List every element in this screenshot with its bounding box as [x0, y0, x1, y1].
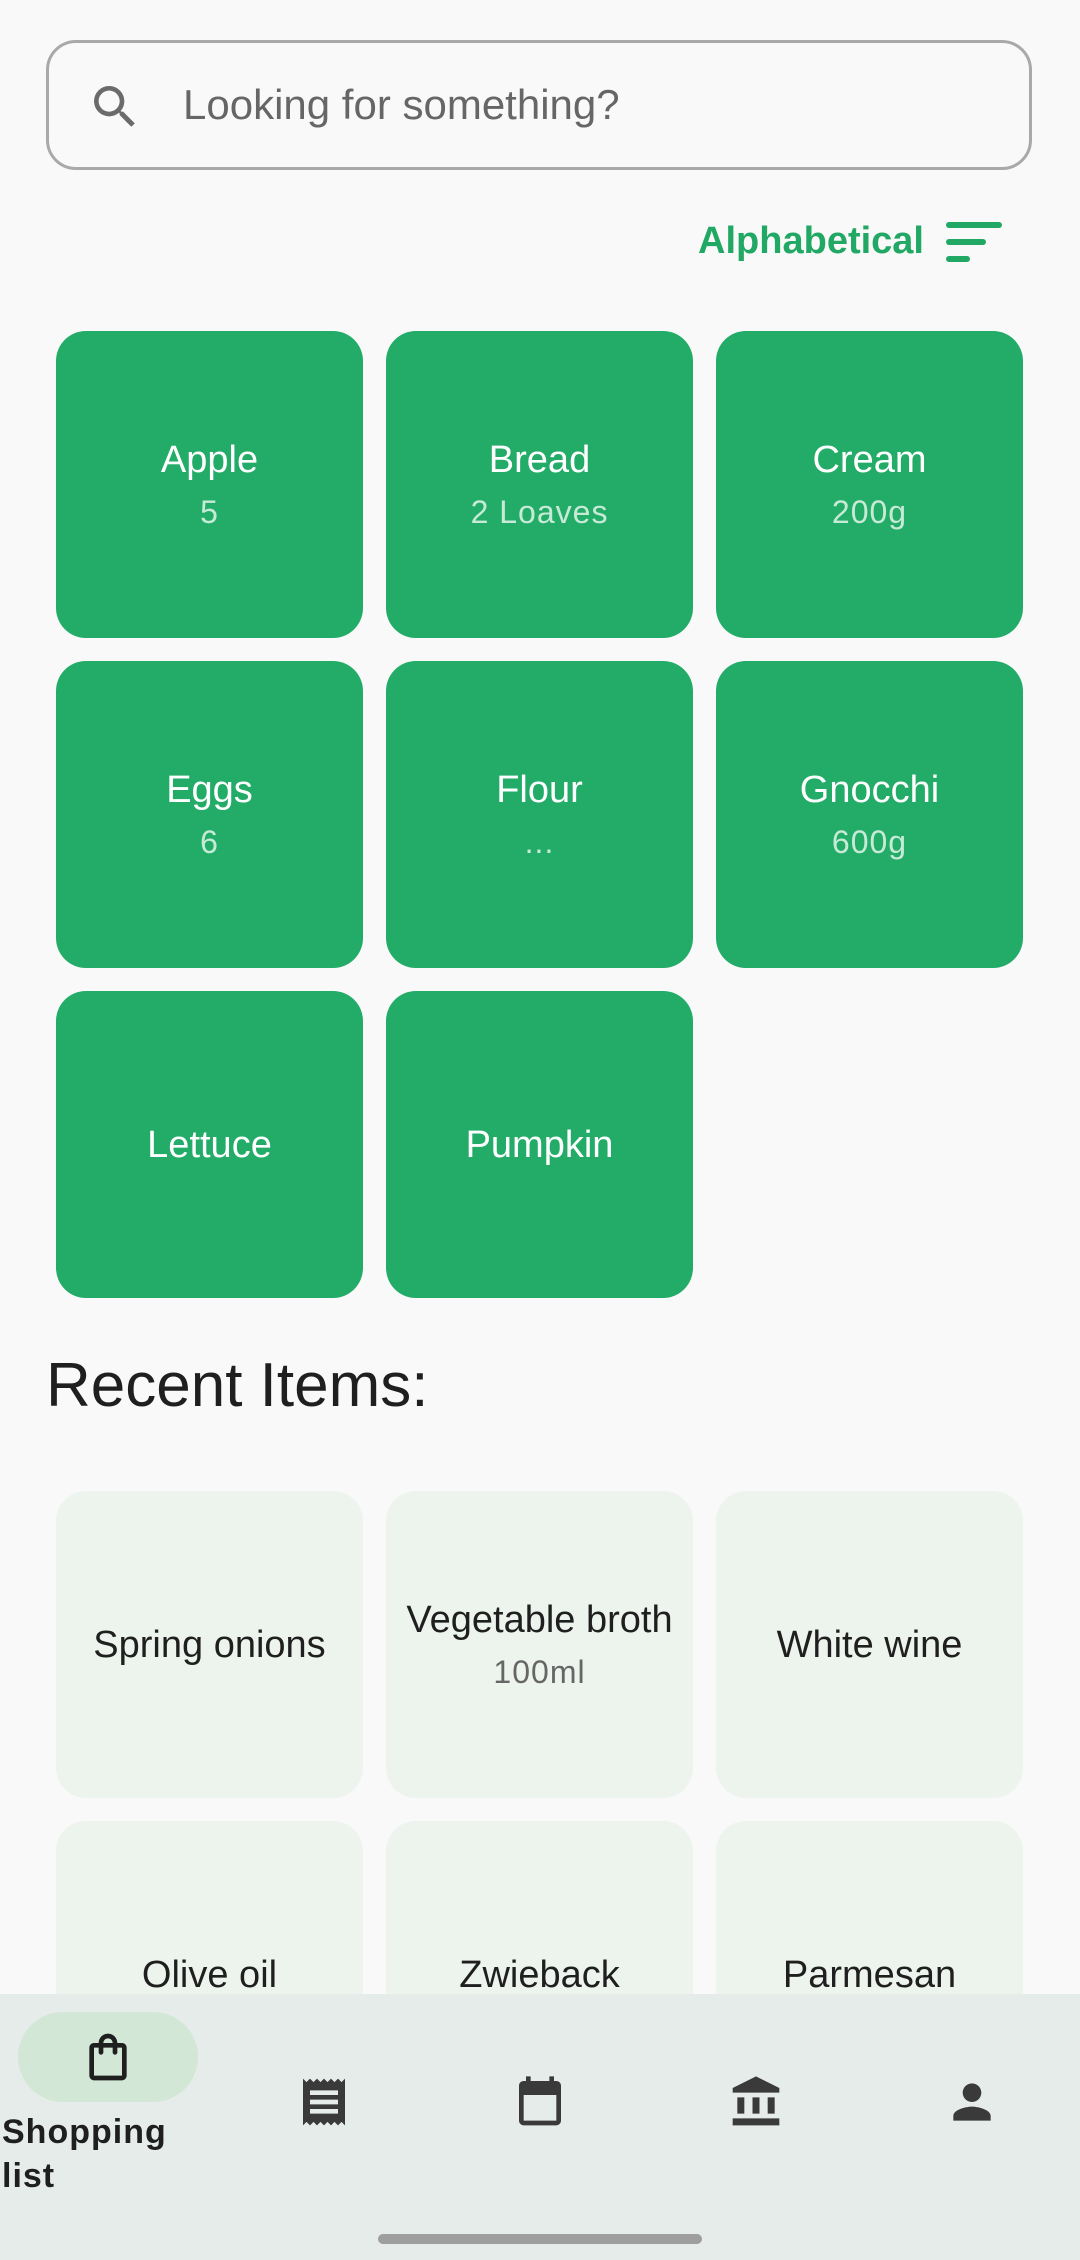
item-name: White wine [776, 1623, 963, 1666]
shopping-list-grid: Apple 5 Bread 2 Loaves Cream 200g Eggs 6… [56, 331, 1023, 1298]
item-name: Flour [496, 768, 583, 811]
item-name: Lettuce [147, 1123, 272, 1166]
shopping-bag-icon [89, 2033, 127, 2081]
nav-item-receipts[interactable] [216, 1994, 432, 2194]
item-quantity: 6 [200, 823, 219, 860]
calendar-icon [519, 2076, 561, 2126]
item-name: Bread [488, 438, 591, 481]
shopping-item-tile[interactable]: Lettuce [56, 991, 363, 1298]
item-quantity: 100ml [493, 1653, 586, 1690]
sort-icon [946, 221, 1002, 262]
nav-item-profile[interactable] [864, 1994, 1080, 2194]
item-name: Pumpkin [465, 1123, 614, 1166]
shopping-item-tile[interactable]: Gnocchi 600g [716, 661, 1023, 968]
item-name: Spring onions [93, 1623, 326, 1666]
scroll-content[interactable]: Looking for something? Alphabetical Appl… [0, 0, 1080, 1994]
search-bar[interactable]: Looking for something? [46, 40, 1032, 170]
recent-item-tile[interactable]: Vegetable broth 100ml [386, 1491, 693, 1798]
item-quantity: ... [524, 823, 555, 860]
nav-item-shopping-list[interactable]: Shopping list [0, 1994, 216, 2195]
recent-items-heading: Recent Items: [46, 1351, 429, 1420]
item-name: Cream [812, 438, 927, 481]
recent-items-grid: Spring onions Vegetable broth 100ml Whit… [56, 1491, 1023, 1994]
item-name: Eggs [166, 768, 253, 811]
item-quantity: 5 [200, 493, 219, 530]
nav-item-calendar[interactable] [432, 1994, 648, 2194]
recent-item-tile[interactable]: Parmesan [716, 1821, 1023, 1994]
shopping-item-tile[interactable]: Flour ... [386, 661, 693, 968]
nav-label-shopping-list: Shopping list [2, 2113, 167, 2195]
item-name: Olive oil [141, 1953, 278, 1995]
person-icon [953, 2083, 991, 2121]
shopping-item-tile[interactable]: Pumpkin [386, 991, 693, 1298]
recent-item-tile[interactable]: Olive oil [56, 1821, 363, 1994]
shopping-item-tile[interactable]: Bread 2 Loaves [386, 331, 693, 638]
item-name: Zwieback [459, 1953, 620, 1995]
item-name: Vegetable broth [406, 1598, 673, 1641]
recent-item-tile[interactable]: White wine [716, 1491, 1023, 1798]
receipt-icon [303, 2078, 345, 2126]
shopping-item-tile[interactable]: Apple 5 [56, 331, 363, 638]
sort-label: Alphabetical [698, 220, 924, 262]
sort-button[interactable]: Alphabetical [698, 220, 1002, 263]
item-quantity: 2 Loaves [470, 493, 609, 530]
bank-icon [732, 2076, 780, 2126]
bottom-navigation-bar: Shopping list [0, 1994, 1080, 2260]
nav-item-finance[interactable] [648, 1994, 864, 2194]
shopping-item-tile[interactable]: Eggs 6 [56, 661, 363, 968]
item-name: Apple [160, 438, 259, 481]
shopping-item-tile[interactable]: Cream 200g [716, 331, 1023, 638]
recent-item-tile[interactable]: Zwieback [386, 1821, 693, 1994]
search-icon [94, 86, 135, 127]
app-screen: Looking for something? Alphabetical Appl… [0, 0, 1080, 2260]
recent-item-tile[interactable]: Spring onions [56, 1491, 363, 1798]
home-indicator[interactable] [378, 2234, 702, 2244]
item-name: Gnocchi [799, 768, 940, 811]
item-quantity: 600g [831, 823, 908, 860]
search-input[interactable]: Looking for something? [183, 43, 620, 167]
item-name: Parmesan [782, 1953, 957, 1995]
item-quantity: 200g [831, 493, 908, 530]
